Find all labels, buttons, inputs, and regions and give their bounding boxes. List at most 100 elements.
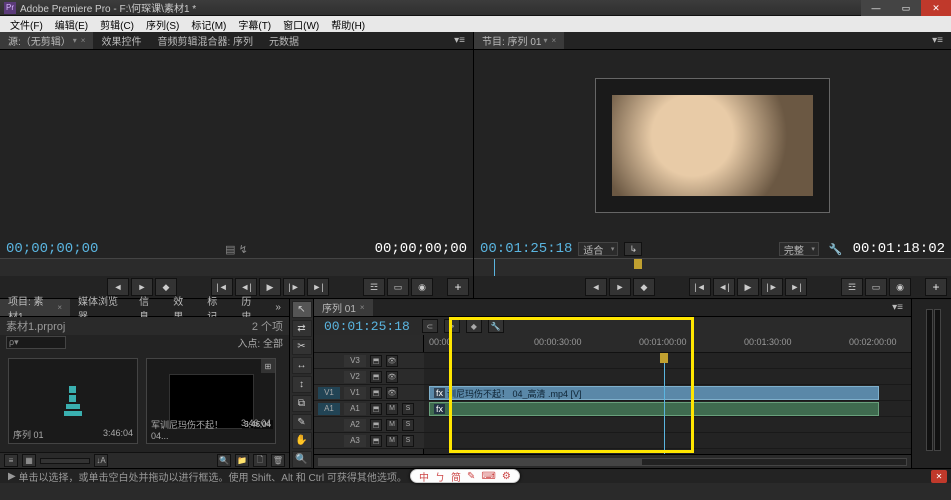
project-item-clip[interactable]: ⊞ 3;46;04 军训尼玛伤不起！ 04...3:46:04: [146, 358, 276, 444]
prog-play-button[interactable]: ▶: [737, 278, 759, 296]
project-tab[interactable]: 项目: 素材1×: [0, 299, 70, 316]
inpoint-label[interactable]: 入点: 全部: [237, 335, 283, 350]
new-item-button[interactable]: 🗋: [253, 454, 267, 467]
lift-button[interactable]: ☲: [841, 278, 863, 296]
track-toggle-icon[interactable]: ▤ ↯: [225, 243, 248, 256]
resolution-select[interactable]: 完整: [779, 242, 819, 256]
prog-mark-out-button[interactable]: ►: [609, 278, 631, 296]
prog-mark-in-button[interactable]: ◄: [585, 278, 607, 296]
extract-button[interactable]: ▭: [865, 278, 887, 296]
track-header-V1[interactable]: V1V1⬒👁: [314, 385, 424, 401]
markers-tab[interactable]: 标记: [199, 299, 233, 316]
track-header-V3[interactable]: V3⬒👁: [314, 353, 424, 369]
program-tc-left[interactable]: 00:01:25:18: [480, 241, 572, 257]
play-button[interactable]: ▶: [259, 278, 281, 296]
ime-toolbar[interactable]: 中ㄅ简✎⌨⚙: [410, 469, 520, 483]
goto-out-button[interactable]: ►|: [307, 278, 329, 296]
info-tab[interactable]: 信息: [131, 299, 165, 316]
menu-sequence[interactable]: 序列(S): [140, 17, 185, 32]
delete-button[interactable]: 🗑: [271, 454, 285, 467]
snap-button[interactable]: ⊂: [422, 319, 438, 333]
menu-help[interactable]: 帮助(H): [325, 17, 371, 32]
track-header-V2[interactable]: V2⬒👁: [314, 369, 424, 385]
notification-icon[interactable]: ✕: [931, 470, 947, 483]
sort-button[interactable]: ↓A: [94, 454, 108, 467]
proj-overflow-button[interactable]: »: [267, 299, 289, 316]
step-forward-button[interactable]: |►: [283, 278, 305, 296]
pen-tool[interactable]: ✎: [292, 414, 312, 431]
metadata-tab[interactable]: 元数据: [261, 32, 307, 49]
timeline-zoom-scrollbar[interactable]: [318, 458, 907, 466]
timeline-timecode[interactable]: 00:01:25:18: [324, 319, 410, 334]
track-header-A3[interactable]: A3⬒MS: [314, 433, 424, 449]
status-text: 单击以选择，或单击空白处并拖动以进行框选。使用 Shift、Alt 和 Ctrl…: [18, 469, 406, 484]
prog-goto-in-button[interactable]: |◄: [689, 278, 711, 296]
track-select-tool[interactable]: ⇄: [292, 320, 312, 337]
program-monitor[interactable]: [474, 50, 951, 240]
effect-controls-tab[interactable]: 效果控件: [93, 32, 149, 49]
effects-tab[interactable]: 效果: [165, 299, 199, 316]
zoom-select[interactable]: 适合: [578, 242, 618, 256]
menu-marker[interactable]: 标记(M): [185, 17, 232, 32]
safe-margins-button[interactable]: ↳: [624, 242, 642, 256]
link-button[interactable]: ⚭: [444, 319, 460, 333]
timeline-track-area[interactable]: fx训尼玛伤不起！ 04_高清 .mp4 [V] fx: [424, 353, 911, 454]
zoom-slider[interactable]: [40, 458, 90, 464]
history-tab[interactable]: 历史: [233, 299, 267, 316]
timeline-playhead-indicator[interactable]: [660, 353, 668, 363]
minimize-button[interactable]: —: [861, 0, 891, 16]
timeline-ruler[interactable]: 00:0000:00:30:0000:01:00:0000:01:30:0000…: [424, 335, 911, 352]
timeline-tab[interactable]: 序列 01×: [314, 299, 373, 316]
panel-menu-button[interactable]: ▾≡: [446, 32, 473, 49]
list-view-button[interactable]: ≡: [4, 454, 18, 467]
project-item-sequence[interactable]: 序列 013:46:04: [8, 358, 138, 444]
prog-goto-out-button[interactable]: ►|: [785, 278, 807, 296]
prog-marker-button[interactable]: ◆: [633, 278, 655, 296]
source-tab[interactable]: 源:（无剪辑）▾×: [0, 32, 93, 49]
audio-clip[interactable]: fx: [429, 402, 879, 416]
media-browser-tab[interactable]: 媒体浏览器: [70, 299, 131, 316]
maximize-button[interactable]: ▭: [891, 0, 921, 16]
rate-stretch-tool[interactable]: ↕: [292, 376, 312, 393]
program-tab[interactable]: 节目: 序列 01▾×: [474, 32, 564, 49]
menu-edit[interactable]: 编辑(E): [49, 17, 94, 32]
close-button[interactable]: ✕: [921, 0, 951, 16]
zoom-tool[interactable]: 🔍: [292, 451, 312, 468]
timeline-playhead[interactable]: [664, 353, 665, 454]
razor-tool[interactable]: ⧉: [292, 395, 312, 412]
track-header-A1[interactable]: A1A1⬒MS: [314, 401, 424, 417]
prog-export-frame-button[interactable]: ◉: [889, 278, 911, 296]
audio-mixer-tab[interactable]: 音频剪辑混合器: 序列: [149, 32, 261, 49]
rolling-edit-tool[interactable]: ↔: [292, 357, 312, 374]
menu-title[interactable]: 字幕(T): [232, 17, 277, 32]
new-bin-button[interactable]: 📁: [235, 454, 249, 467]
marker-icon[interactable]: ◆: [466, 319, 482, 333]
overwrite-button[interactable]: ▭: [387, 278, 409, 296]
insert-button[interactable]: ☲: [363, 278, 385, 296]
icon-view-button[interactable]: ▦: [22, 454, 36, 467]
menu-clip[interactable]: 剪辑(C): [94, 17, 140, 32]
menu-window[interactable]: 窗口(W): [277, 17, 325, 32]
project-search-input[interactable]: ρ▾: [6, 336, 66, 349]
prog-step-forward-button[interactable]: |►: [761, 278, 783, 296]
settings-button[interactable]: 🔧: [488, 319, 504, 333]
selection-tool[interactable]: ↖: [292, 301, 312, 318]
add-button[interactable]: +: [447, 278, 469, 296]
find-button[interactable]: 🔍: [217, 454, 231, 467]
playhead-indicator[interactable]: [634, 259, 642, 269]
settings-icon[interactable]: 🔧: [829, 243, 843, 256]
prog-add-button[interactable]: +: [925, 278, 947, 296]
hand-tool[interactable]: ✋: [292, 432, 312, 449]
source-monitor[interactable]: [0, 50, 473, 240]
program-panel-menu-button[interactable]: ▾≡: [924, 32, 951, 49]
video-clip[interactable]: fx训尼玛伤不起！ 04_高清 .mp4 [V]: [429, 386, 879, 400]
timeline-panel-menu-button[interactable]: ▾≡: [884, 299, 911, 316]
ripple-edit-tool[interactable]: ✂: [292, 339, 312, 356]
source-ruler[interactable]: [0, 258, 473, 276]
track-header-A2[interactable]: A2⬒MS: [314, 417, 424, 433]
program-ruler[interactable]: [474, 258, 951, 276]
prog-step-back-button[interactable]: ◄|: [713, 278, 735, 296]
source-tc-left[interactable]: 00;00;00;00: [6, 241, 98, 257]
export-frame-button[interactable]: ◉: [411, 278, 433, 296]
menu-file[interactable]: 文件(F): [4, 17, 49, 32]
